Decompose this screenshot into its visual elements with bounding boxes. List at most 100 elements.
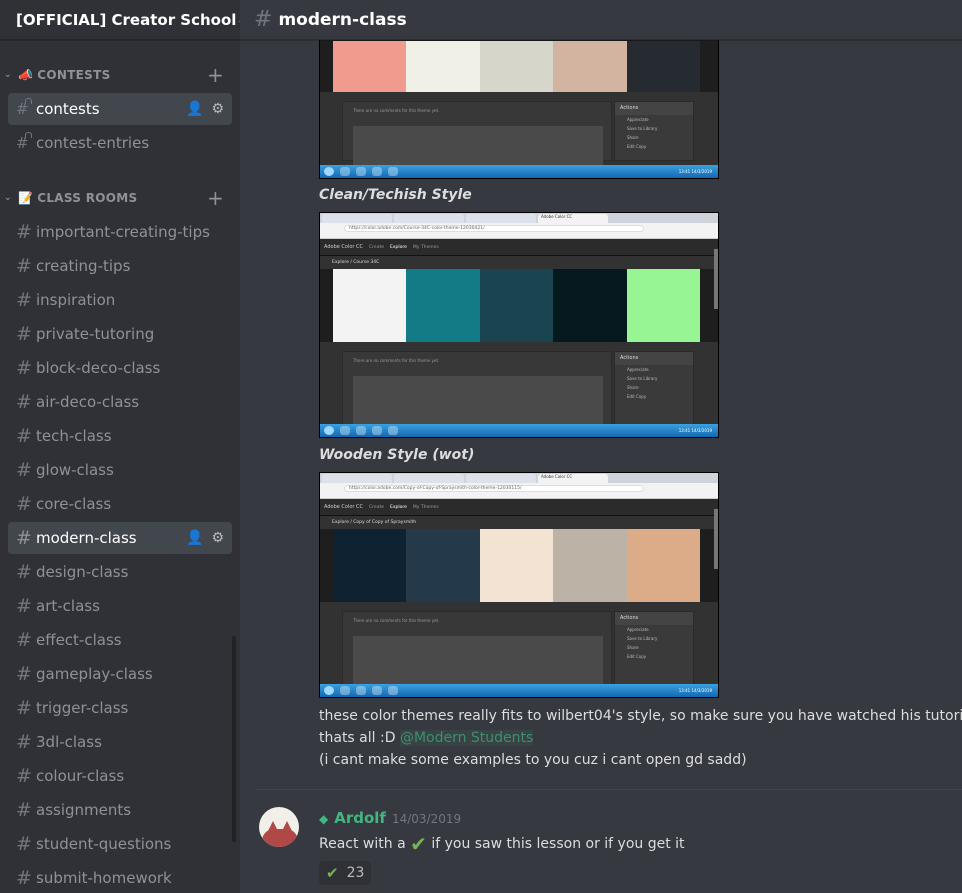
channel-item[interactable]: # gameplay-class — [8, 658, 232, 690]
hash-icon: # — [16, 493, 32, 515]
channel-item[interactable]: # effect-class — [8, 624, 232, 656]
channel-item[interactable]: # glow-class — [8, 454, 232, 486]
hash-icon: # — [16, 663, 32, 685]
color-swatch — [553, 41, 627, 92]
role-mention[interactable]: @Modern Students — [399, 730, 534, 746]
channel-item[interactable]: # private-tutoring — [8, 318, 232, 350]
check-mark-icon: ✔ — [410, 832, 427, 856]
color-swatch — [406, 41, 480, 92]
chat-header: # modern-class — [240, 0, 962, 40]
hash-icon: # — [16, 357, 32, 379]
plus-icon[interactable]: + — [207, 63, 224, 87]
hash-icon: # — [16, 527, 32, 549]
channel-item[interactable]: # colour-class — [8, 760, 232, 792]
color-swatch — [406, 529, 480, 602]
hash-icon: # — [16, 833, 32, 855]
hash-icon: # — [16, 221, 32, 243]
check-mark-icon: ✔ — [326, 864, 339, 882]
color-swatch — [479, 41, 554, 92]
channel-item[interactable]: # assignments — [8, 794, 232, 826]
taskbar: 13:41 14/3/2019 — [320, 165, 718, 178]
message-header: ◆ Ardolf 14/03/2019 — [319, 809, 461, 827]
hash-icon: # — [16, 799, 32, 821]
channel-title: modern-class — [278, 9, 407, 30]
channel-modern-class[interactable]: # modern-class 👤 ⚙ — [8, 522, 232, 554]
color-swatch — [553, 269, 627, 342]
reaction-count: 23 — [346, 865, 365, 881]
add-member-icon[interactable]: 👤 — [186, 101, 203, 117]
channel-item[interactable]: #3dl-class — [8, 726, 232, 758]
megaphone-icon: 📣 — [18, 68, 34, 82]
author-name[interactable]: Ardolf — [334, 809, 386, 827]
channel-item[interactable]: # inspiration — [8, 284, 232, 316]
hash-icon: # — [16, 595, 32, 617]
diamond-icon: ◆ — [319, 812, 329, 826]
memo-icon: 📝 — [18, 191, 34, 205]
hash-icon: # — [16, 459, 32, 481]
attachment-image[interactable]: There are no comments for this theme yet… — [319, 28, 719, 179]
channel-item[interactable]: # design-class — [8, 556, 232, 588]
color-swatch — [626, 269, 701, 342]
channel-item[interactable]: # block-deco-class — [8, 352, 232, 384]
hash-icon: # — [16, 765, 32, 787]
server-name: [OFFICIAL] Creator School — [16, 10, 237, 29]
channel-item[interactable]: # tech-class — [8, 420, 232, 452]
channel-item[interactable]: # submit-homework — [8, 862, 232, 893]
url-bar: https://color.adobe.com/Copy-of-Copy-of-… — [344, 484, 644, 492]
hash-icon: # — [16, 561, 32, 583]
server-header[interactable]: [OFFICIAL] Creator School ⌄ — [0, 0, 240, 40]
channel-item[interactable]: # student-questions — [8, 828, 232, 860]
sidebar-scrollbar[interactable] — [232, 636, 236, 842]
hash-icon: # — [16, 255, 32, 277]
style-caption: Clean/Techish Style — [319, 187, 472, 203]
color-swatch — [479, 269, 554, 342]
taskbar: 13:41 14/3/2019 — [320, 424, 718, 437]
plus-icon[interactable]: + — [207, 186, 224, 210]
avatar[interactable] — [259, 807, 299, 847]
hash-icon: # — [16, 323, 32, 345]
hash-icon: # — [16, 425, 32, 447]
channel-list: ⌄ 📣 CONTESTS + # contests 👤 ⚙ # contest-… — [0, 40, 240, 893]
locked-hash-icon: # — [16, 98, 36, 118]
hash-icon: # — [16, 731, 32, 753]
reaction-button[interactable]: ✔ 23 — [319, 861, 371, 885]
message-text: (i cant make some examples to you cuz i … — [319, 752, 747, 768]
channel-item[interactable]: # important-creating-tips — [8, 216, 232, 248]
channel-item[interactable]: # air-deco-class — [8, 386, 232, 418]
message-text: thats all :D @Modern Students — [319, 730, 534, 746]
color-swatch — [406, 269, 480, 342]
gear-icon[interactable]: ⚙ — [211, 530, 224, 546]
message-text: these color themes really fits to wilber… — [319, 708, 962, 724]
channel-item[interactable]: # trigger-class — [8, 692, 232, 724]
chat-area: # modern-class There are no comments for… — [240, 0, 962, 893]
url-bar: https://color.adobe.com/Course-34C-color… — [344, 224, 644, 232]
channel-item[interactable]: # creating-tips — [8, 250, 232, 282]
channel-contests[interactable]: # contests 👤 ⚙ — [8, 93, 232, 125]
hash-icon: # — [16, 867, 32, 889]
channel-item[interactable]: # core-class — [8, 488, 232, 520]
attachment-image[interactable]: Adobe Color CC https://color.adobe.com/C… — [319, 212, 719, 438]
hash-icon: # — [16, 629, 32, 651]
hash-icon: # — [16, 289, 32, 311]
taskbar: 13:41 14/3/2019 — [320, 684, 718, 697]
color-swatch — [553, 529, 627, 602]
message-divider — [256, 789, 962, 790]
chevron-down-icon: ⌄ — [4, 193, 12, 203]
channel-contest-entries[interactable]: # contest-entries — [8, 127, 232, 159]
gear-icon[interactable]: ⚙ — [211, 101, 224, 117]
message-text: React with a ✔ if you saw this lesson or… — [319, 832, 685, 856]
channel-item[interactable]: # art-class — [8, 590, 232, 622]
color-swatch — [479, 529, 554, 602]
attachment-image[interactable]: Adobe Color CC https://color.adobe.com/C… — [319, 472, 719, 698]
hash-icon: # — [254, 7, 273, 32]
color-swatch — [626, 529, 701, 602]
hash-icon: # — [16, 697, 32, 719]
timestamp: 14/03/2019 — [391, 812, 462, 826]
color-swatch — [626, 41, 701, 92]
locked-hash-icon: # — [16, 132, 36, 152]
add-member-icon[interactable]: 👤 — [186, 530, 203, 546]
category-contests[interactable]: ⌄ 📣 CONTESTS + — [0, 58, 240, 92]
channel-sidebar: [OFFICIAL] Creator School ⌄ ⌄ 📣 CONTESTS… — [0, 0, 240, 893]
category-class-rooms[interactable]: ⌄ 📝 CLASS ROOMS + — [0, 181, 240, 215]
style-caption: Wooden Style (wot) — [319, 447, 475, 463]
